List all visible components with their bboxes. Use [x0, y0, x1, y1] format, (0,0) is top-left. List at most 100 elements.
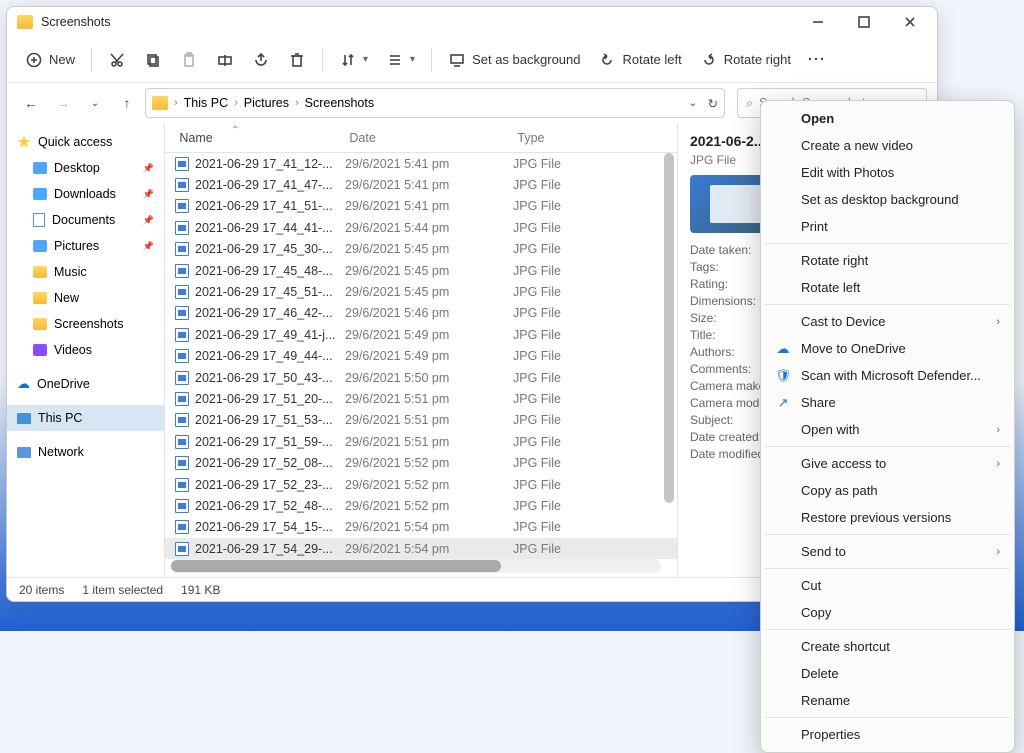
sidebar-item[interactable]: New [7, 285, 164, 311]
sidebar-item[interactable]: Screenshots [7, 311, 164, 337]
context-menu-item[interactable]: Rotate left [761, 274, 1014, 301]
file-row[interactable]: 2021-06-29 17_45_51-...29/6/2021 5:45 pm… [165, 281, 677, 302]
scrollbar-thumb[interactable] [664, 153, 674, 503]
folder-icon [17, 15, 33, 29]
file-row[interactable]: 2021-06-29 17_54_15-...29/6/2021 5:54 pm… [165, 517, 677, 538]
cloud-icon: ☁ [17, 376, 30, 392]
rotate-right-button[interactable]: Rotate right [692, 45, 799, 75]
file-name: 2021-06-29 17_41_51-... [195, 199, 333, 213]
recent-button[interactable]: ⌄ [81, 89, 109, 117]
context-menu-item[interactable]: Rename [761, 687, 1014, 714]
copy-button[interactable] [136, 45, 170, 75]
context-menu-item[interactable]: Send to› [761, 538, 1014, 565]
address-bar[interactable]: › This PC › Pictures › Screenshots ⌄↻ [145, 88, 725, 118]
context-menu-item[interactable]: ☁Move to OneDrive [761, 335, 1014, 362]
context-menu-item[interactable]: Rotate right [761, 247, 1014, 274]
context-menu-item[interactable]: Give access to› [761, 450, 1014, 477]
sidebar-item[interactable]: Pictures📌 [7, 233, 164, 259]
context-menu-item[interactable]: Print [761, 213, 1014, 240]
col-type[interactable]: Type [507, 131, 627, 145]
maximize-button[interactable] [841, 7, 887, 37]
separator [765, 568, 1010, 569]
context-menu-item[interactable]: 🛡Scan with Microsoft Defender... [761, 362, 1014, 389]
minimize-button[interactable] [795, 7, 841, 37]
col-name[interactable]: Name [169, 131, 339, 145]
new-button[interactable]: New [17, 45, 83, 75]
file-type: JPG File [503, 157, 623, 171]
sidebar-network[interactable]: Network [7, 439, 164, 465]
sidebar-item[interactable]: Desktop📌 [7, 155, 164, 181]
file-row[interactable]: 2021-06-29 17_41_51-...29/6/2021 5:41 pm… [165, 196, 677, 217]
file-row[interactable]: 2021-06-29 17_46_42-...29/6/2021 5:46 pm… [165, 303, 677, 324]
file-row[interactable]: 2021-06-29 17_49_44-...29/6/2021 5:49 pm… [165, 346, 677, 367]
image-file-icon [175, 542, 189, 556]
sort-button[interactable]: ▾ [331, 45, 376, 75]
file-type: JPG File [503, 478, 623, 492]
file-row[interactable]: 2021-06-29 17_45_48-...29/6/2021 5:45 pm… [165, 260, 677, 281]
file-name: 2021-06-29 17_45_30-... [195, 242, 333, 256]
file-row[interactable]: 2021-06-29 17_50_43-...29/6/2021 5:50 pm… [165, 367, 677, 388]
file-row[interactable]: 2021-06-29 17_52_48-...29/6/2021 5:52 pm… [165, 495, 677, 516]
context-menu-item[interactable]: Create shortcut [761, 633, 1014, 660]
context-menu-item[interactable]: ↗Share [761, 389, 1014, 416]
rotate-left-button[interactable]: Rotate left [590, 45, 689, 75]
up-button[interactable]: ↑ [113, 89, 141, 117]
breadcrumb-item[interactable]: Screenshots [305, 96, 374, 110]
sidebar-this-pc[interactable]: This PC [7, 405, 164, 431]
share-button[interactable] [244, 45, 278, 75]
delete-button[interactable] [280, 45, 314, 75]
context-menu-label: Set as desktop background [801, 192, 959, 207]
vertical-scrollbar[interactable] [663, 153, 675, 573]
context-menu-item[interactable]: Restore previous versions [761, 504, 1014, 531]
breadcrumb-item[interactable]: This PC [184, 96, 228, 110]
file-row[interactable]: 2021-06-29 17_41_47-...29/6/2021 5:41 pm… [165, 174, 677, 195]
context-menu-item[interactable]: Create a new video [761, 132, 1014, 159]
file-row[interactable]: 2021-06-29 17_51_20-...29/6/2021 5:51 pm… [165, 388, 677, 409]
breadcrumb-item[interactable]: Pictures [244, 96, 289, 110]
scrollbar-thumb[interactable] [171, 560, 501, 572]
file-row[interactable]: 2021-06-29 17_51_59-...29/6/2021 5:51 pm… [165, 431, 677, 452]
chevron-right-icon: › [996, 458, 1000, 470]
view-button[interactable]: ▾ [378, 45, 423, 75]
context-menu-item[interactable]: Open [761, 105, 1014, 132]
chevron-down-icon[interactable]: ⌄ [688, 96, 697, 111]
close-button[interactable] [887, 7, 933, 37]
rename-button[interactable] [208, 45, 242, 75]
sidebar-item[interactable]: Videos [7, 337, 164, 363]
file-row[interactable]: 2021-06-29 17_52_08-...29/6/2021 5:52 pm… [165, 452, 677, 473]
context-menu-item[interactable]: Cut [761, 572, 1014, 599]
file-row[interactable]: 2021-06-29 17_45_30-...29/6/2021 5:45 pm… [165, 239, 677, 260]
context-menu-item[interactable]: Delete [761, 660, 1014, 687]
context-menu-item[interactable]: Copy [761, 599, 1014, 626]
more-button[interactable]: ⋯ [801, 49, 833, 70]
sidebar-item[interactable]: Documents📌 [7, 207, 164, 233]
context-menu-label: Open [801, 111, 834, 126]
context-menu-item[interactable]: Cast to Device› [761, 308, 1014, 335]
back-button[interactable]: ← [17, 89, 45, 117]
rename-icon [216, 51, 234, 69]
file-row[interactable]: 2021-06-29 17_52_23-...29/6/2021 5:52 pm… [165, 474, 677, 495]
set-background-button[interactable]: Set as background [440, 45, 588, 75]
context-menu-item[interactable]: Open with› [761, 416, 1014, 443]
cut-button[interactable] [100, 45, 134, 75]
sidebar-item[interactable]: Music [7, 259, 164, 285]
context-menu-item[interactable]: Properties [761, 721, 1014, 748]
horizontal-scrollbar[interactable] [171, 559, 661, 573]
file-row[interactable]: 2021-06-29 17_51_53-...29/6/2021 5:51 pm… [165, 410, 677, 431]
col-date[interactable]: Date [339, 131, 507, 145]
forward-button[interactable]: → [49, 89, 77, 117]
context-menu-label: Send to [801, 544, 846, 559]
sidebar-quick-access[interactable]: Quick access [7, 129, 164, 155]
chevron-up-icon: ⌃ [231, 125, 239, 136]
context-menu-item[interactable]: Edit with Photos [761, 159, 1014, 186]
file-row[interactable]: 2021-06-29 17_41_12-...29/6/2021 5:41 pm… [165, 153, 677, 174]
context-menu-item[interactable]: Copy as path [761, 477, 1014, 504]
context-menu-item[interactable]: Set as desktop background [761, 186, 1014, 213]
paste-button[interactable] [172, 45, 206, 75]
file-row[interactable]: 2021-06-29 17_49_41-j...29/6/2021 5:49 p… [165, 324, 677, 345]
sidebar-item[interactable]: Downloads📌 [7, 181, 164, 207]
file-row[interactable]: 2021-06-29 17_44_41-...29/6/2021 5:44 pm… [165, 217, 677, 238]
file-row[interactable]: 2021-06-29 17_54_29-...29/6/2021 5:54 pm… [165, 538, 677, 559]
refresh-button[interactable]: ↻ [708, 96, 718, 111]
sidebar-onedrive[interactable]: ☁OneDrive [7, 371, 164, 397]
